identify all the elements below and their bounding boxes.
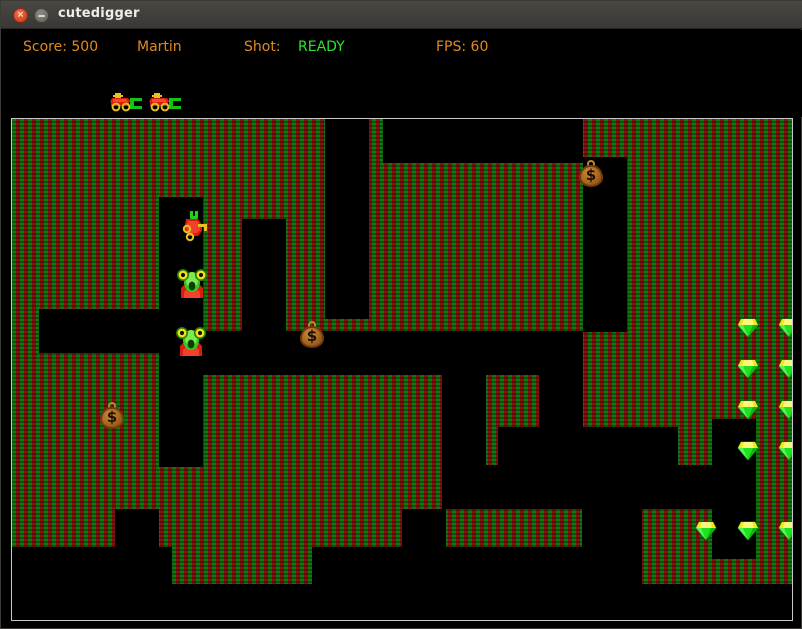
title-bar[interactable]: × cutedigger [1,1,802,29]
monster-2 [176,324,206,358]
emerald-4 [778,359,792,379]
tunnel-segment [127,584,187,620]
emerald-10 [737,521,759,541]
tunnel-segment [442,465,752,509]
score-display: Score: 500 [23,39,99,55]
tunnel-segment [242,219,286,334]
close-icon: × [16,10,25,20]
player-digger [178,209,210,245]
game-window: × cutedigger Score: 500 Martin Shot: REA… [0,0,802,629]
emerald-3 [737,359,759,379]
emerald-1 [737,318,759,338]
emerald-8 [778,441,792,461]
tunnel-segment [498,427,678,471]
close-button[interactable]: × [13,8,28,23]
playfield[interactable]: $ $ $ [11,118,793,621]
emerald-9 [695,521,717,541]
emerald-11 [778,521,792,541]
tunnel-segment [325,119,369,319]
life-icon-2 [147,90,183,112]
player-name: Martin [137,39,182,55]
minimize-button[interactable] [34,8,49,23]
tunnel-segment [539,331,583,431]
tunnel-segment [203,331,583,375]
emerald-7 [737,441,759,461]
money-bag-1: $ [98,401,126,431]
tunnel-segment [383,119,583,163]
dollar-icon: $ [106,408,118,426]
money-bag-3: $ [577,159,605,189]
dollar-icon: $ [585,166,597,184]
emerald-2 [778,318,792,338]
hud-bar: Score: 500 Martin Shot: READY FPS: 60 [2,30,802,117]
shot-status-value: READY [298,39,345,55]
fps-display: FPS: 60 [436,39,489,55]
money-bag-2: $ [298,320,326,350]
emerald-6 [778,400,792,420]
emerald-5 [737,400,759,420]
dollar-icon: $ [306,327,318,345]
window-title: cutedigger [58,6,140,21]
tunnel-segment [582,509,642,553]
life-icon-1 [108,90,144,112]
minimize-icon [38,15,45,17]
monster-1 [177,266,207,300]
shot-label: Shot: [244,39,281,55]
